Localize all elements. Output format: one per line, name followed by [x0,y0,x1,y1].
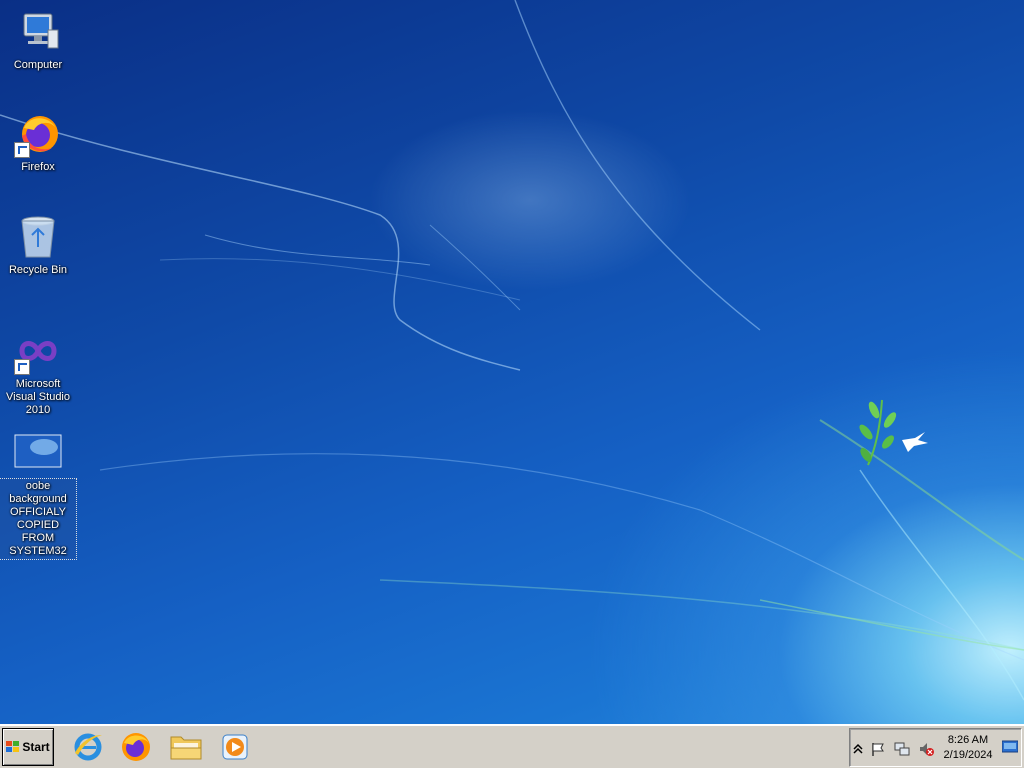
taskbar-app-media-player[interactable] [217,729,253,765]
volume-muted-icon[interactable] [918,741,934,757]
taskbar-app-windows-explorer[interactable] [168,729,204,765]
desktop-icon-label: Microsoft Visual Studio 2010 [5,378,70,416]
desktop-icon-visual-studio[interactable]: Microsoft Visual Studio 2010 [0,327,76,418]
leaf-sprig-decoration [859,399,897,466]
start-button[interactable]: Start [2,728,54,766]
start-label: Start [22,740,50,754]
taskbar: Start 8:26 AM 2/19/2024 [0,724,1024,768]
recycle-bin-icon [14,213,62,261]
show-desktop-icon[interactable] [1001,740,1019,756]
ie-icon [74,733,102,761]
clock[interactable]: 8:26 AM 2/19/2024 [938,733,998,763]
clock-date: 2/19/2024 [943,749,993,761]
action-center-flag-icon[interactable] [870,741,886,757]
image-file-icon [14,429,62,477]
bird-decoration [902,432,928,452]
desktop-icon-label: Recycle Bin [8,264,68,276]
show-hidden-icons-chevron[interactable] [852,741,868,757]
desktop-icon-label: Computer [13,59,63,71]
media-player-icon [222,734,248,760]
visual-studio-icon [14,327,62,375]
desktop-icon-computer[interactable]: Computer [0,8,76,73]
firefox-icon [14,110,62,158]
taskbar-app-firefox[interactable] [118,729,154,765]
windows-logo-icon [6,741,20,753]
desktop-icon-oobe-background[interactable]: oobe background OFFICIALY COPIED FROM SY… [0,429,77,560]
desktop-icon-label: Firefox [21,161,55,173]
computer-icon [14,8,62,56]
shortcut-arrow-icon [14,359,30,375]
folder-icon [170,736,202,760]
desktop-icon-recycle-bin[interactable]: Recycle Bin [0,213,76,278]
firefox-icon [122,733,150,761]
shortcut-arrow-icon [14,142,30,158]
wallpaper [0,0,1024,701]
network-icon[interactable] [894,741,910,757]
taskbar-app-internet-explorer[interactable] [70,729,106,765]
desktop-icon-label: oobe background OFFICIALY COPIED FROM SY… [0,478,77,560]
notification-area: 8:26 AM 2/19/2024 [849,728,1022,767]
clock-time: 8:26 AM [947,734,989,746]
desktop-icon-firefox[interactable]: Firefox [0,110,76,175]
